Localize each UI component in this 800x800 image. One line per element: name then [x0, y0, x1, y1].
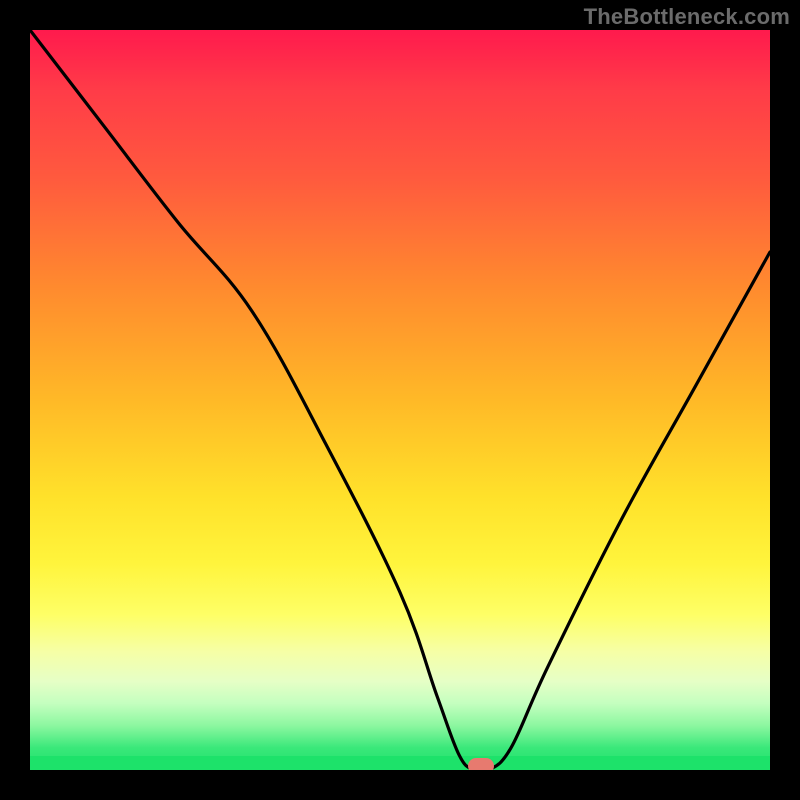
bottleneck-curve: [30, 30, 770, 770]
plot-area: [30, 30, 770, 770]
chart-frame: TheBottleneck.com: [0, 0, 800, 800]
optimal-marker: [468, 758, 494, 770]
attribution-text: TheBottleneck.com: [584, 4, 790, 30]
